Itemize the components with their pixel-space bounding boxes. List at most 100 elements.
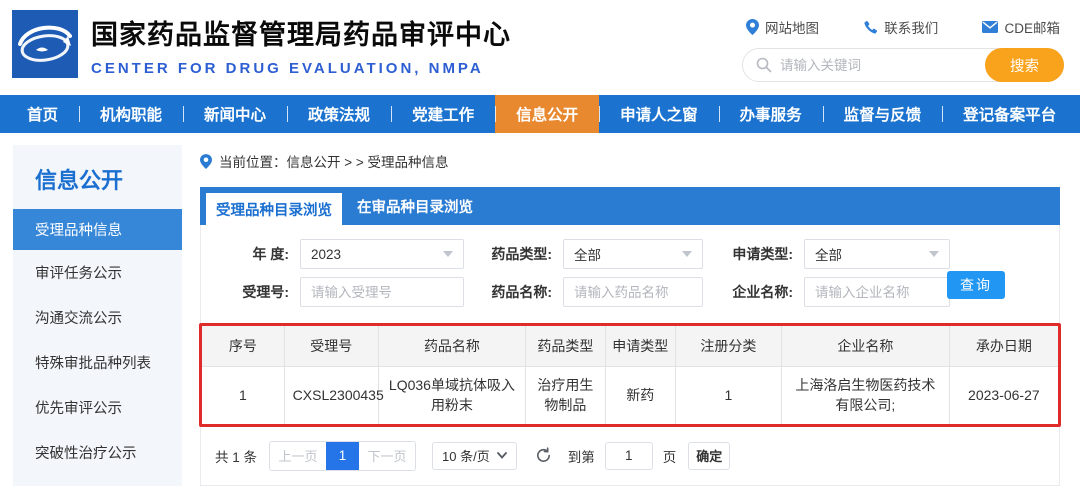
sidebar-item-special-approval[interactable]: 特殊审批品种列表 [13, 340, 182, 385]
location-pin-icon [200, 153, 212, 169]
cde-mail-label: CDE邮箱 [1004, 21, 1060, 36]
year-label: 年 度: [252, 246, 289, 262]
sidebar-item-review-tasks[interactable]: 审评任务公示 [13, 250, 182, 295]
brand: 国家药品监督管理局药品审评中心 CENTER FOR DRUG EVALUATI… [12, 10, 511, 95]
sidebar-item-three-in-one[interactable]: 三合一序列公示 [13, 475, 182, 486]
cell-drug-type: 治疗用生物制品 [525, 365, 606, 424]
col-header-index: 序号 [202, 326, 285, 367]
tab-under-review-catalog[interactable]: 在审品种目录浏览 [342, 187, 488, 225]
drug-name-label: 药品名称: [491, 284, 552, 300]
nav-item-supervision[interactable]: 监督与反馈 [822, 95, 943, 133]
location-pin-icon [746, 19, 759, 35]
pager-group: 上一页 1 下一页 [269, 440, 417, 471]
filter-form: 年 度: 2023 药品类型: 全部 申请类型: 全部 受理号: 请输入受理号 … [201, 237, 1059, 319]
search-input[interactable] [780, 57, 985, 73]
content: 当前位置：信息公开 > > 受理品种信息 受理品种目录浏览 在审品种目录浏览 年… [199, 145, 1061, 486]
col-header-acceptance-no: 受理号 [283, 326, 379, 367]
chevron-down-icon [929, 251, 939, 257]
search-button[interactable]: 搜索 [985, 48, 1064, 82]
cell-index: 1 [202, 365, 285, 424]
cell-company-name: 上海洛启生物医药技术有限公司; [780, 365, 950, 424]
sidebar-item-accepted-varieties[interactable]: 受理品种信息 [13, 209, 182, 250]
site-subtitle: CENTER FOR DRUG EVALUATION, NMPA [91, 60, 484, 77]
total-count: 共 1 条 [215, 449, 258, 465]
chevron-down-icon [496, 452, 507, 459]
apply-type-label: 申请类型: [732, 246, 793, 262]
sidebar-item-priority-review[interactable]: 优先审评公示 [13, 385, 182, 430]
refresh-icon [536, 447, 550, 462]
goto-page-input[interactable] [604, 441, 653, 470]
table-row: 1 CXSL2300435 LQ036单域抗体吸入用粉末 治疗用生物制品 新药 … [202, 365, 1058, 424]
main-nav: 首页 机构职能 新闻中心 政策法规 党建工作 信息公开 申请人之窗 办事服务 监… [0, 95, 1080, 133]
company-name-label: 企业名称: [732, 284, 793, 300]
chevron-down-icon [682, 251, 692, 257]
breadcrumb-text: 当前位置：信息公开 > > 受理品种信息 [219, 155, 449, 170]
col-header-registration-class: 注册分类 [674, 326, 782, 367]
page-size-select[interactable]: 10 条/页 [432, 441, 517, 470]
cell-handle-date: 2023-06-27 [948, 365, 1058, 424]
goto-suffix: 页 [662, 449, 677, 465]
cell-apply-type: 新药 [604, 365, 676, 424]
acceptance-no-label: 受理号: [242, 284, 289, 300]
cell-registration-class: 1 [674, 365, 782, 424]
contact-link[interactable]: 联系我们 [863, 17, 938, 37]
nav-item-home[interactable]: 首页 [6, 95, 79, 133]
results-table: 序号 受理号 药品名称 药品类型 申请类型 注册分类 企业名称 承办日期 1 C… [202, 326, 1058, 424]
sidebar-title: 信息公开 [35, 168, 124, 193]
cde-logo [12, 10, 78, 78]
confirm-button[interactable]: 确定 [688, 441, 731, 470]
main-area: 信息公开 受理品种信息 审评任务公示 沟通交流公示 特殊审批品种列表 优先审评公… [0, 133, 1080, 486]
prev-page-button[interactable]: 上一页 [270, 441, 327, 470]
apply-type-select[interactable]: 全部 [804, 239, 950, 269]
search-icon [756, 57, 772, 73]
sidebar-item-breakthrough-therapy[interactable]: 突破性治疗公示 [13, 430, 182, 475]
site-header: 国家药品监督管理局药品审评中心 CENTER FOR DRUG EVALUATI… [0, 0, 1080, 95]
tab-accepted-catalog[interactable]: 受理品种目录浏览 [206, 193, 342, 225]
query-button[interactable]: 查询 [947, 271, 1005, 299]
col-header-company-name: 企业名称 [780, 326, 950, 367]
breadcrumb: 当前位置：信息公开 > > 受理品种信息 [200, 151, 1060, 171]
goto-prefix: 到第 [567, 449, 595, 465]
refresh-button[interactable] [535, 447, 552, 464]
drug-type-select[interactable]: 全部 [563, 239, 703, 269]
nav-item-applicant-window[interactable]: 申请人之窗 [599, 95, 719, 133]
col-header-drug-name: 药品名称 [377, 326, 527, 367]
next-page-button[interactable]: 下一页 [359, 441, 416, 470]
drug-name-input[interactable] [563, 277, 703, 307]
sitemap-link[interactable]: 网站地图 [746, 17, 819, 37]
tabbar: 受理品种目录浏览 在审品种目录浏览 [200, 187, 1060, 225]
company-name-input[interactable] [804, 277, 950, 307]
content-panel: 年 度: 2023 药品类型: 全部 申请类型: 全部 受理号: 请输入受理号 … [199, 225, 1061, 486]
nav-item-info-disclosure[interactable]: 信息公开 [495, 95, 600, 133]
nav-item-functions[interactable]: 机构职能 [79, 95, 183, 133]
top-links: 网站地图 联系我们 CDE邮箱 [742, 17, 1064, 37]
year-select[interactable]: 2023 [300, 239, 464, 269]
year-select-value: 2023 [311, 246, 342, 262]
sitemap-label: 网站地图 [765, 21, 819, 36]
contact-label: 联系我们 [884, 21, 939, 36]
current-page-button[interactable]: 1 [326, 441, 360, 470]
nav-item-party[interactable]: 党建工作 [391, 95, 495, 133]
nav-item-news[interactable]: 新闻中心 [183, 95, 287, 133]
page: 国家药品监督管理局药品审评中心 CENTER FOR DRUG EVALUATI… [0, 0, 1080, 486]
col-header-apply-type: 申请类型 [604, 326, 676, 367]
apply-type-select-value: 全部 [815, 248, 842, 263]
cell-acceptance-no: CXSL2300435 [283, 365, 384, 424]
nav-item-registration-platform[interactable]: 登记备案平台 [942, 95, 1077, 133]
drug-type-label: 药品类型: [491, 246, 552, 262]
page-size-value: 10 条/页 [442, 449, 490, 465]
header-right: 网站地图 联系我们 CDE邮箱 搜索 [742, 10, 1064, 95]
drug-type-select-value: 全部 [574, 248, 601, 263]
nav-item-policy[interactable]: 政策法规 [287, 95, 391, 133]
filter-row-1: 年 度: 2023 药品类型: 全部 申请类型: 全部 [215, 239, 1045, 269]
nav-item-services[interactable]: 办事服务 [718, 95, 823, 133]
sidebar-item-communication[interactable]: 沟通交流公示 [13, 295, 182, 340]
pagination: 共 1 条 上一页 1 下一页 10 条/页 到第 页 [201, 427, 1059, 471]
col-header-drug-type: 药品类型 [525, 326, 606, 367]
acceptance-no-input[interactable] [300, 277, 464, 307]
brand-text: 国家药品监督管理局药品审评中心 CENTER FOR DRUG EVALUATI… [91, 10, 511, 95]
chevron-down-icon [443, 251, 453, 257]
results-table-highlight: 序号 受理号 药品名称 药品类型 申请类型 注册分类 企业名称 承办日期 1 C… [199, 323, 1061, 427]
cde-mail-link[interactable]: CDE邮箱 [982, 17, 1060, 37]
site-title: 国家药品监督管理局药品审评中心 [91, 20, 511, 50]
